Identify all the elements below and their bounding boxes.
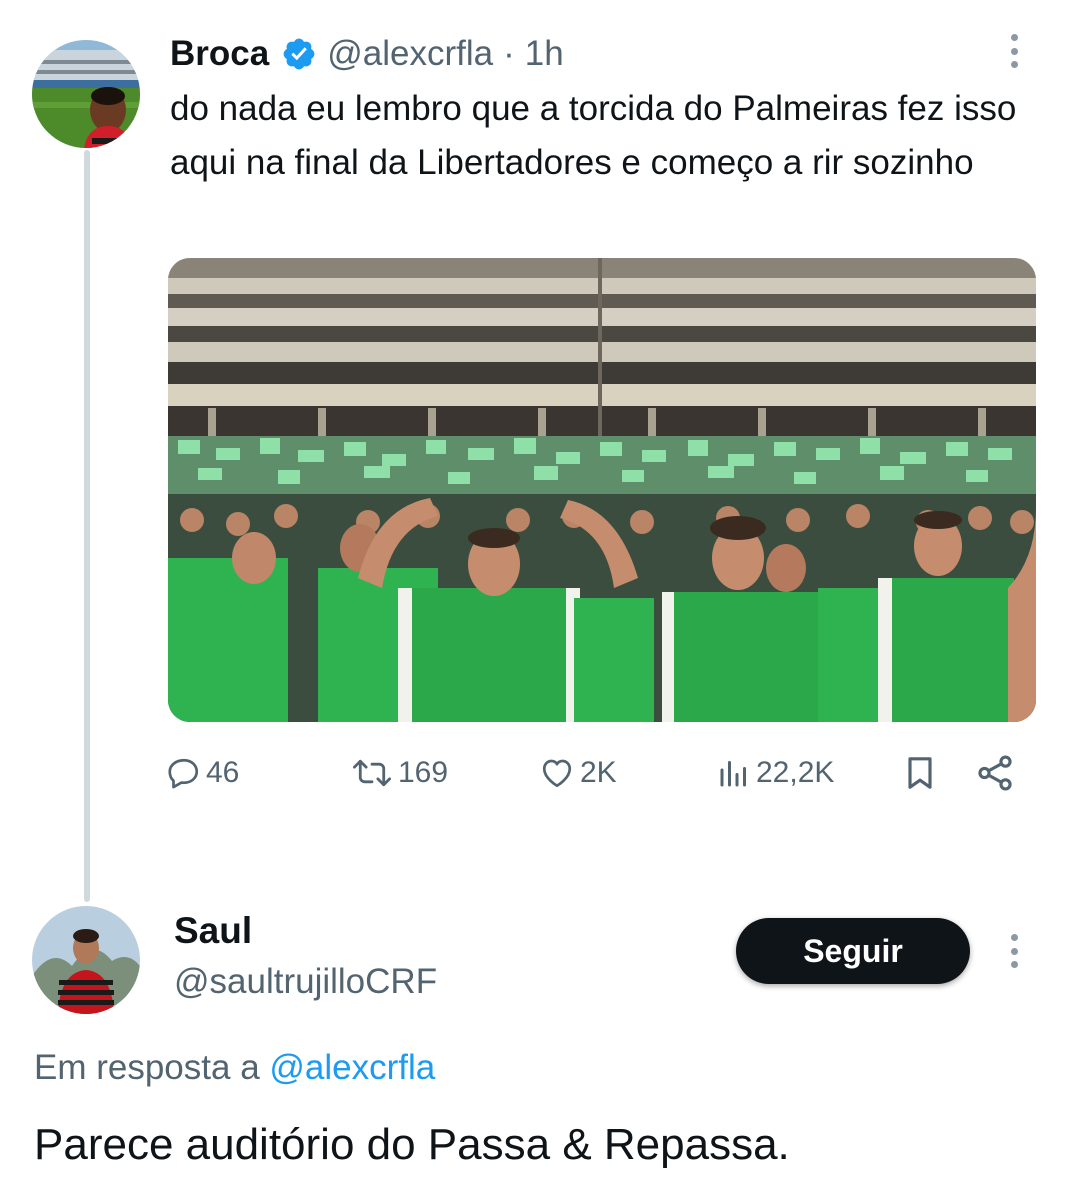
tweet-action-bar: 46 169 2K 22,2K [0, 748, 1068, 798]
crowd-video-thumbnail-icon [168, 258, 1036, 722]
reply-author-display-name[interactable]: Saul [174, 910, 252, 952]
bookmark-button[interactable] [900, 748, 940, 798]
retweet-button[interactable]: 169 [350, 748, 448, 798]
reply-text: Parece auditório do Passa & Repassa. [34, 1120, 790, 1169]
reply-count: 46 [206, 756, 240, 789]
profile-photo-icon [32, 906, 140, 1014]
heart-icon [542, 759, 572, 788]
like-button[interactable]: 2K [538, 748, 617, 798]
profile-photo-icon [32, 40, 140, 148]
share-icon [978, 755, 1012, 791]
like-count: 2K [580, 756, 617, 789]
reply-context-handle-link[interactable]: @alexcrfla [269, 1048, 435, 1087]
views-count: 22,2K [756, 756, 835, 789]
follow-button[interactable]: Seguir [736, 918, 970, 984]
header-separator: · [503, 34, 515, 73]
author-handle[interactable]: @alexcrfla [327, 34, 493, 74]
tweet-header: Broca @alexcrfla · 1h [170, 32, 564, 76]
more-options-icon[interactable] [1008, 34, 1020, 68]
reply-context: Em resposta a @alexcrfla [34, 1048, 435, 1088]
reply-author-avatar[interactable] [32, 906, 140, 1014]
views-chart-icon [720, 761, 746, 787]
reply-more-options-icon[interactable] [1008, 934, 1020, 968]
tweet-text: do nada eu lembro que a torcida do Palme… [170, 89, 1017, 182]
share-button[interactable] [974, 748, 1016, 798]
reply-context-prefix: Em resposta a [34, 1048, 260, 1087]
retweet-icon [353, 759, 391, 787]
author-avatar[interactable] [32, 40, 140, 148]
reply-icon [168, 758, 199, 789]
tweet-timestamp[interactable]: 1h [525, 34, 564, 74]
tweet-media-video[interactable] [168, 258, 1036, 722]
views-button[interactable]: 22,2K [716, 748, 834, 798]
author-display-name[interactable]: Broca [170, 34, 269, 74]
verified-badge-icon [283, 38, 315, 70]
bookmark-icon [908, 757, 932, 789]
reply-button[interactable]: 46 [166, 748, 239, 798]
reply-author-handle[interactable]: @saultrujilloCRF [174, 962, 437, 1002]
retweet-count: 169 [398, 756, 449, 789]
